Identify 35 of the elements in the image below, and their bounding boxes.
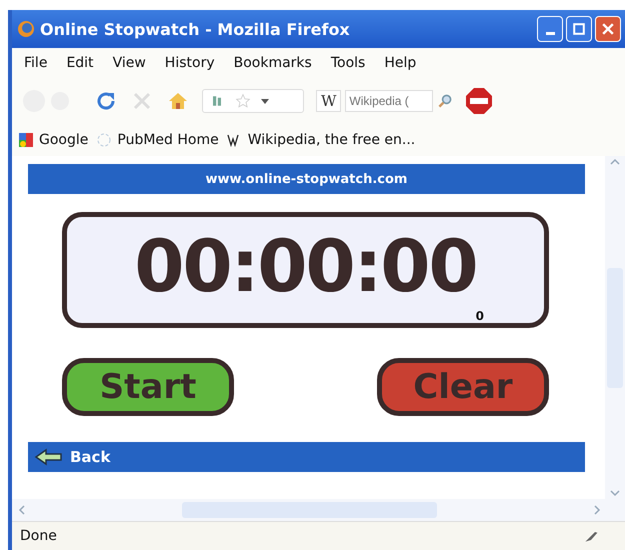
- menu-item[interactable]: Bookmarks: [234, 55, 312, 71]
- maximize-button[interactable]: [566, 16, 592, 42]
- globe-icon: [16, 19, 36, 39]
- bookmark-link[interactable]: Google: [39, 132, 88, 148]
- close-icon: [600, 21, 616, 37]
- site-address[interactable]: www.online-stopwatch.com: [206, 172, 408, 186]
- bookmark-link[interactable]: PubMed Home: [117, 132, 219, 148]
- menu-item[interactable]: View: [112, 55, 146, 71]
- left-arrow-icon: [34, 448, 64, 466]
- menu-item[interactable]: History: [164, 55, 215, 71]
- start-button[interactable]: Start: [62, 358, 234, 416]
- close-button[interactable]: [595, 16, 621, 42]
- menu-item[interactable]: Help: [384, 55, 416, 71]
- status-text: Done: [20, 528, 57, 544]
- star-icon[interactable]: [235, 93, 251, 109]
- vertical-scrollbar[interactable]: [605, 156, 625, 499]
- menu-item[interactable]: File: [24, 55, 48, 71]
- back-link[interactable]: Back: [70, 448, 110, 466]
- search-icon[interactable]: [437, 93, 454, 109]
- minimize-button[interactable]: [537, 16, 563, 42]
- dropdown-icon[interactable]: [261, 98, 269, 104]
- window-title: Online Stopwatch - Mozilla Firefox: [40, 20, 351, 38]
- menu-item[interactable]: Edit: [66, 55, 94, 71]
- page-icon: [96, 132, 112, 148]
- tenths-readout: 0: [476, 309, 484, 323]
- horizontal-scrollbar[interactable]: [12, 499, 625, 521]
- search-field[interactable]: Wikipedia (: [345, 90, 434, 112]
- menu-item[interactable]: Tools: [330, 55, 366, 71]
- stop-sign-icon[interactable]: [465, 87, 494, 115]
- bookmark-icon: [18, 132, 34, 148]
- minimize-icon: [546, 32, 554, 34]
- bookmark-link[interactable]: Wikipedia, the free en...: [248, 132, 416, 148]
- time-readout: 00:00:00: [134, 228, 477, 304]
- search-engine-button[interactable]: W: [316, 90, 342, 112]
- maximize-icon: [571, 21, 587, 37]
